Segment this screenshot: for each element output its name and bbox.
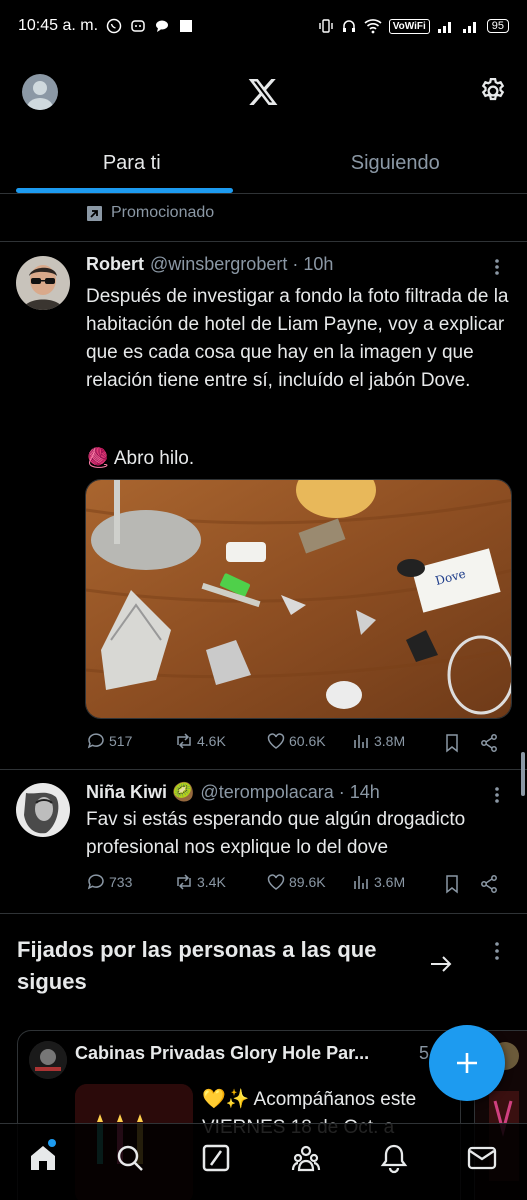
- square-icon: [180, 20, 193, 32]
- reply-count: 733: [109, 874, 133, 890]
- chat-icon: [156, 20, 169, 32]
- views-button[interactable]: 3.6M: [351, 872, 405, 892]
- headphones-icon: [342, 20, 355, 32]
- avatar[interactable]: [29, 1041, 67, 1079]
- reply-button[interactable]: 733: [86, 872, 132, 892]
- tweet-author-name[interactable]: Robert: [86, 254, 144, 275]
- views-button[interactable]: 3.8M: [351, 731, 405, 751]
- communities-icon[interactable]: [290, 1142, 322, 1174]
- retweet-count: 4.6K: [197, 733, 226, 749]
- home-notification-dot: [48, 1139, 56, 1147]
- views-icon: [354, 876, 368, 889]
- vibrate-icon: [318, 19, 333, 33]
- x-logo-icon[interactable]: [247, 76, 279, 108]
- top-header: [0, 52, 527, 132]
- pinned-section-title: Fijados por las personas a las que sigue…: [17, 937, 377, 994]
- messages-icon[interactable]: [466, 1142, 498, 1174]
- retweet-button[interactable]: 3.4K: [174, 872, 226, 892]
- like-count: 60.6K: [289, 733, 326, 749]
- divider: [0, 241, 527, 242]
- tweet-header: Robert @winsbergrobert · 10h: [86, 254, 487, 275]
- views-count: 3.6M: [374, 874, 406, 890]
- bookmark-icon[interactable]: [442, 733, 462, 753]
- tweet-author-handle[interactable]: @winsbergrobert: [150, 254, 287, 275]
- retweet-count: 3.4K: [197, 874, 226, 890]
- tweet-actions: 517 4.6K 60.6K 3.8M: [86, 731, 506, 757]
- promoted-icon: [87, 205, 102, 221]
- status-bar: 10:45 a. m. VoWiFi 95: [0, 0, 527, 52]
- separator-dot: ·: [292, 254, 299, 274]
- heart-icon: [267, 733, 285, 749]
- scrollbar[interactable]: [521, 752, 525, 796]
- retweet-button[interactable]: 4.6K: [174, 731, 226, 751]
- search-icon[interactable]: [114, 1142, 146, 1174]
- plus-icon: [457, 1053, 477, 1073]
- tab-para-ti[interactable]: Para ti: [0, 132, 264, 194]
- home-icon[interactable]: [27, 1142, 59, 1174]
- promoted-label: Promocionado: [86, 204, 214, 222]
- tweet-time[interactable]: 10h: [303, 254, 333, 275]
- promoted-text: Promocionado: [111, 204, 215, 221]
- tweet-text: Después de investigar a fondo la foto fi…: [86, 286, 509, 391]
- tweet-text: Fav si estás esperando que algún drogadi…: [86, 809, 466, 858]
- wifi-icon: [364, 19, 382, 34]
- like-button[interactable]: 89.6K: [266, 872, 326, 892]
- divider: [0, 913, 527, 914]
- separator-dot: ·: [338, 782, 345, 802]
- card-time: 5: [419, 1043, 430, 1063]
- tabs-divider: [0, 193, 527, 194]
- reply-count: 517: [109, 733, 133, 749]
- signal-icon-2: [462, 22, 476, 33]
- retweet-icon: [177, 874, 191, 890]
- views-icon: [354, 735, 368, 748]
- tweet-header: Niña Kiwi 🥝 @terompolacara · 14h: [86, 782, 487, 803]
- signal-icon: [437, 22, 451, 33]
- tweet-time[interactable]: 14h: [350, 782, 380, 803]
- grok-icon[interactable]: [200, 1142, 232, 1174]
- avatar[interactable]: [16, 783, 70, 837]
- timeline-tabs: Para ti Siguiendo: [0, 132, 527, 194]
- like-count: 89.6K: [289, 874, 326, 890]
- reply-button[interactable]: 517: [86, 731, 132, 751]
- status-time: 10:45 a. m.: [18, 17, 99, 34]
- bottom-navigation: [0, 1123, 527, 1200]
- app-notification-icon: [131, 20, 145, 32]
- compose-post-button[interactable]: [429, 1025, 505, 1101]
- heart-icon: [267, 874, 285, 890]
- share-icon[interactable]: [479, 874, 499, 894]
- notifications-icon[interactable]: [378, 1142, 410, 1174]
- tab-siguiendo[interactable]: Siguiendo: [264, 132, 527, 194]
- default-avatar-icon: [27, 81, 53, 110]
- share-icon[interactable]: [479, 733, 499, 753]
- tweet-actions: 733 3.4K 89.6K 3.6M: [86, 872, 506, 898]
- reply-icon: [87, 874, 104, 890]
- tweet-author-name[interactable]: Niña Kiwi 🥝: [86, 782, 194, 803]
- bookmark-icon[interactable]: [442, 874, 462, 894]
- avatar[interactable]: [16, 256, 70, 310]
- retweet-icon: [177, 733, 191, 749]
- tweet-media-image[interactable]: Dove: [85, 479, 512, 719]
- profile-avatar-button[interactable]: [22, 74, 58, 110]
- whatsapp-icon: [106, 18, 122, 34]
- arrow-right-icon[interactable]: [428, 952, 454, 976]
- tweet-author-handle[interactable]: @terompolacara: [200, 782, 333, 803]
- reply-icon: [87, 733, 104, 749]
- vowifi-badge: VoWiFi: [388, 18, 430, 34]
- card-author-name[interactable]: Cabinas Privadas Glory Hole Par...: [75, 1043, 369, 1064]
- views-count: 3.8M: [374, 733, 406, 749]
- more-options-icon[interactable]: [489, 940, 505, 962]
- tweet-text-thread: 🧶 Abro hilo.: [86, 448, 195, 469]
- more-options-icon[interactable]: [489, 785, 505, 805]
- battery-indicator: 95: [486, 19, 509, 33]
- more-options-icon[interactable]: [489, 257, 505, 277]
- like-button[interactable]: 60.6K: [266, 731, 326, 751]
- gear-icon[interactable]: [478, 76, 508, 106]
- divider: [0, 769, 527, 770]
